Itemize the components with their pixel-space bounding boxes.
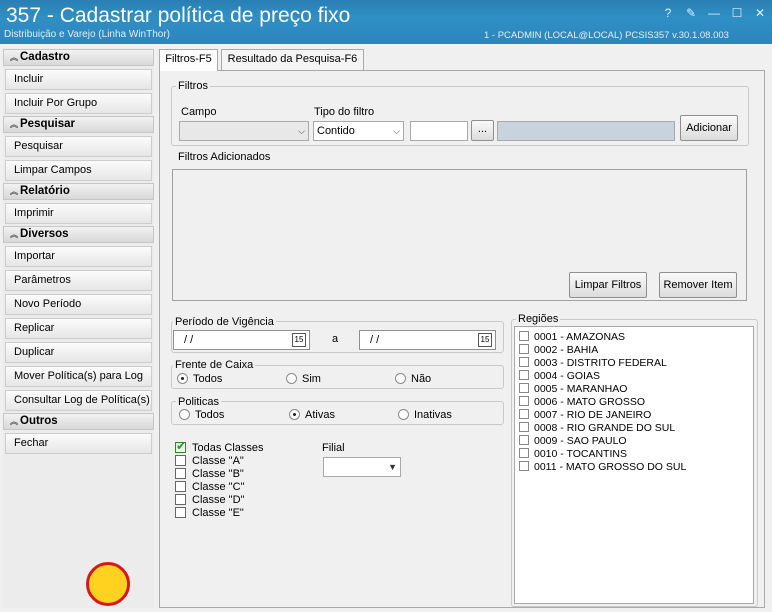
calendar-icon[interactable]: 15 — [478, 333, 492, 347]
title-bar: 357 - Cadastrar política de preço fixo D… — [0, 0, 772, 44]
check-classe-c[interactable]: Classe "C" — [175, 481, 244, 493]
check-classe-b[interactable]: Classe "B" — [175, 468, 244, 480]
sidebar-group-cadastro[interactable]: ︽ Cadastro — [3, 49, 154, 66]
chevron-up-icon: ︽ — [10, 417, 18, 426]
ellipsis-button[interactable]: ... — [471, 120, 494, 141]
filial-label: Filial — [322, 442, 345, 454]
frente-radio-sim[interactable]: Sim — [286, 373, 321, 385]
calendar-icon[interactable]: 15 — [292, 333, 306, 347]
sidebar-item-novo-periodo[interactable]: Novo Período — [5, 294, 152, 315]
clear-filters-button[interactable]: Limpar Filtros — [569, 272, 647, 298]
sidebar-item-consultar-log[interactable]: Consultar Log de Política(s) — [5, 390, 152, 411]
politicas-radio-inativas[interactable]: Inativas — [398, 409, 452, 421]
frente-radio-todos[interactable]: Todos — [177, 373, 222, 385]
region-item[interactable]: 0003 - DISTRITO FEDERAL — [519, 357, 667, 369]
region-item[interactable]: 0006 - MATO GROSSO — [519, 396, 645, 408]
sidebar-group-relatorio[interactable]: ︽ Relatório — [3, 183, 154, 200]
campo-label: Campo — [181, 106, 217, 118]
politicas-radio-ativas[interactable]: Ativas — [289, 409, 335, 421]
close-icon[interactable]: ✕ — [752, 6, 768, 20]
sidebar-item-mover-politicas[interactable]: Mover Política(s) para Log — [5, 366, 152, 387]
chevron-up-icon: ︽ — [10, 230, 18, 239]
tipo-filtro-label: Tipo do filtro — [314, 106, 375, 118]
sidebar-item-imprimir[interactable]: Imprimir — [5, 203, 152, 224]
region-item[interactable]: 0004 - GOIAS — [519, 370, 600, 382]
chevron-down-icon: ⌵ — [298, 126, 305, 136]
region-item[interactable]: 0005 - MARANHAO — [519, 383, 627, 395]
regioes-list[interactable]: 0001 - AMAZONAS 0002 - BAHIA 0003 - DIST… — [514, 326, 754, 604]
region-item[interactable]: 0009 - SAO PAULO — [519, 435, 627, 447]
frente-caixa-label: Frente de Caixa — [173, 359, 256, 371]
session-info: 1 - PCADMIN (LOCAL@LOCAL) PCSIS357 v.30.… — [484, 30, 729, 41]
frente-radio-nao[interactable]: Não — [395, 373, 431, 385]
help-icon[interactable]: ? — [660, 6, 676, 20]
sidebar-item-fechar[interactable]: Fechar — [5, 433, 152, 454]
cursor-highlight — [86, 562, 130, 606]
politicas-label: Politicas — [176, 396, 221, 408]
region-item[interactable]: 0007 - RIO DE JANEIRO — [519, 409, 651, 421]
periodo-separator: a — [332, 333, 339, 345]
sidebar-item-replicar[interactable]: Replicar — [5, 318, 152, 339]
sidebar-item-pesquisar[interactable]: Pesquisar — [5, 136, 152, 157]
edit-icon[interactable]: ✎ — [683, 6, 699, 20]
region-item[interactable]: 0010 - TOCANTINS — [519, 448, 627, 460]
sidebar-group-diversos[interactable]: ︽ Diversos — [3, 226, 154, 243]
regioes-label: Regiões — [516, 313, 561, 325]
region-item[interactable]: 0008 - RIO GRANDE DO SUL — [519, 422, 675, 434]
minimize-icon[interactable]: — — [706, 6, 722, 20]
tipo-filtro-select[interactable]: Contido ⌵ — [313, 121, 404, 141]
sidebar-item-incluir[interactable]: Incluir — [5, 69, 152, 90]
chevron-up-icon: ︽ — [10, 187, 18, 196]
periodo-to-input[interactable]: / /15 — [359, 330, 496, 350]
sidebar-group-pesquisar[interactable]: ︽ Pesquisar — [3, 116, 154, 133]
tab-filtros[interactable]: Filtros-F5 — [159, 49, 218, 71]
filter-description-field — [497, 121, 675, 141]
periodo-from-input[interactable]: / /15 — [173, 330, 310, 350]
maximize-icon[interactable]: ☐ — [729, 6, 745, 20]
check-classe-d[interactable]: Classe "D" — [175, 494, 244, 506]
region-item[interactable]: 0011 - MATO GROSSO DO SUL — [519, 461, 686, 473]
region-item[interactable]: 0002 - BAHIA — [519, 344, 598, 356]
check-todas-classes[interactable]: Todas Classes — [175, 440, 264, 454]
chevron-up-icon: ︽ — [10, 120, 18, 129]
filial-select[interactable]: ▼ — [323, 457, 401, 477]
filter-value-input[interactable] — [410, 121, 468, 141]
add-filter-button[interactable]: Adicionar — [680, 115, 738, 141]
sidebar-item-duplicar[interactable]: Duplicar — [5, 342, 152, 363]
periodo-label: Período de Vigência — [173, 316, 276, 328]
sidebar-item-limpar-campos[interactable]: Limpar Campos — [5, 160, 152, 181]
sidebar-item-incluir-por-grupo[interactable]: Incluir Por Grupo — [5, 93, 152, 114]
filters-group-label: Filtros — [176, 80, 210, 92]
chevron-up-icon: ︽ — [10, 53, 18, 62]
campo-select[interactable]: ⌵ — [179, 121, 309, 141]
tab-resultado-pesquisa[interactable]: Resultado da Pesquisa-F6 — [221, 49, 364, 70]
added-filters-label: Filtros Adicionados — [176, 151, 273, 163]
sidebar-item-parametros[interactable]: Parâmetros — [5, 270, 152, 291]
check-classe-a[interactable]: Classe "A" — [175, 455, 244, 467]
chevron-down-icon: ⌵ — [393, 126, 400, 136]
remove-item-button[interactable]: Remover Item — [659, 272, 737, 298]
chevron-down-icon: ▼ — [388, 462, 397, 472]
politicas-radio-todos[interactable]: Todos — [179, 409, 224, 421]
sidebar-group-outros[interactable]: ︽ Outros — [3, 413, 154, 430]
sidebar: ︽ Cadastro Incluir Incluir Por Grupo ︽ Pes… — [3, 48, 154, 608]
window-title: 357 - Cadastrar política de preço fixo — [6, 4, 351, 27]
window-subtitle: Distribuição e Varejo (Linha WinThor) — [4, 29, 170, 40]
sidebar-item-importar[interactable]: Importar — [5, 246, 152, 267]
region-item[interactable]: 0001 - AMAZONAS — [519, 331, 625, 343]
check-classe-e[interactable]: Classe "E" — [175, 507, 244, 519]
